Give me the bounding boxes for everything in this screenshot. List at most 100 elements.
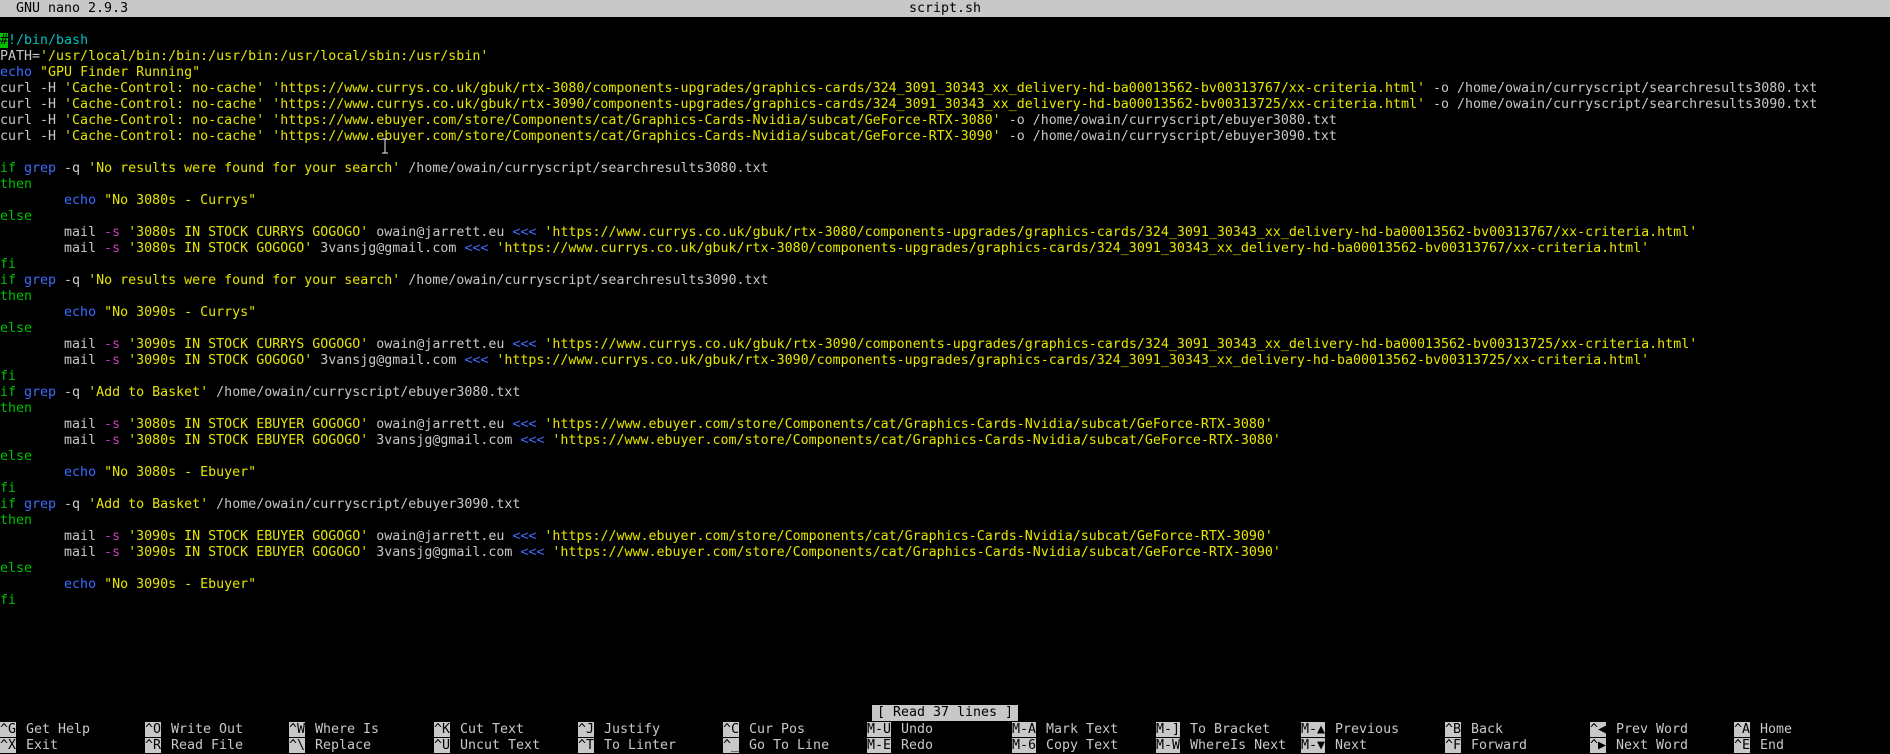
code-line[interactable]: echo "No 3090s - Currys" bbox=[0, 305, 1890, 321]
shortcut-key: ^K bbox=[434, 722, 451, 737]
grep-pattern: 'Add to Basket' bbox=[88, 385, 209, 400]
here-string: <<< bbox=[520, 433, 545, 448]
code-line[interactable]: mail -s '3080s IN STOCK EBUYER GOGOGO' o… bbox=[0, 417, 1890, 433]
shortcut-key: ^G bbox=[0, 722, 17, 737]
code-line[interactable]: echo "No 3090s - Ebuyer" bbox=[0, 577, 1890, 593]
code-line[interactable]: mail -s '3080s IN STOCK GOGOGO' 3vansjg@… bbox=[0, 241, 1890, 257]
shortcut-key: ^◀ bbox=[1590, 722, 1607, 737]
shortcut-key: ^\ bbox=[289, 738, 306, 753]
shortcut-get-help[interactable]: ^G Get Help bbox=[0, 722, 90, 738]
shortcut-go-to-line[interactable]: ^_ Go To Line bbox=[723, 738, 829, 754]
shortcut-read-file[interactable]: ^R Read File bbox=[145, 738, 243, 754]
code-line[interactable]: fi bbox=[0, 481, 1890, 497]
shortcut-write-out[interactable]: ^O Write Out bbox=[145, 722, 243, 738]
code-line[interactable]: if grep -q 'Add to Basket' /home/owain/c… bbox=[0, 497, 1890, 513]
code-line-blank[interactable] bbox=[0, 145, 1890, 161]
code-line[interactable]: then bbox=[0, 513, 1890, 529]
here-string: <<< bbox=[464, 241, 489, 256]
shortcut-end[interactable]: ^E End bbox=[1734, 738, 1784, 754]
code-line[interactable]: mail -s '3080s IN STOCK CURRYS GOGOGO' o… bbox=[0, 225, 1890, 241]
code-line[interactable]: else bbox=[0, 321, 1890, 337]
code-line[interactable]: curl -H 'Cache-Control: no-cache' 'https… bbox=[0, 113, 1890, 129]
code-line[interactable]: echo "GPU Finder Running" bbox=[0, 65, 1890, 81]
shortcut-redo[interactable]: M-E Redo bbox=[867, 738, 933, 754]
code-line[interactable]: PATH='/usr/local/bin:/bin:/usr/bin:/usr/… bbox=[0, 49, 1890, 65]
code-line[interactable]: if grep -q 'No results were found for yo… bbox=[0, 273, 1890, 289]
code-line[interactable]: curl -H 'Cache-Control: no-cache' 'https… bbox=[0, 129, 1890, 145]
code-line[interactable]: if grep -q 'No results were found for yo… bbox=[0, 161, 1890, 177]
code-line[interactable]: if grep -q 'Add to Basket' /home/owain/c… bbox=[0, 385, 1890, 401]
here-string: <<< bbox=[512, 417, 537, 432]
code-line[interactable]: curl -H 'Cache-Control: no-cache' 'https… bbox=[0, 81, 1890, 97]
mail-subject: '3080s IN STOCK GOGOGO' bbox=[128, 241, 313, 256]
code-line[interactable]: echo "No 3080s - Currys" bbox=[0, 193, 1890, 209]
shortcut-label: Undo bbox=[901, 722, 934, 737]
shortcut-copy-text[interactable]: M-6 Copy Text bbox=[1012, 738, 1118, 754]
mail-option: -s bbox=[104, 433, 129, 448]
shortcut-home[interactable]: ^A Home bbox=[1734, 722, 1792, 738]
code-line[interactable]: then bbox=[0, 401, 1890, 417]
shortcut-replace[interactable]: ^\ Replace bbox=[289, 738, 371, 754]
shortcut-mark-text[interactable]: M-A Mark Text bbox=[1012, 722, 1118, 738]
shortcut-to-bracket[interactable]: M-] To Bracket bbox=[1156, 722, 1270, 738]
shortcut-previous[interactable]: M-▲ Previous bbox=[1301, 722, 1399, 738]
shortcut-cut-text[interactable]: ^K Cut Text bbox=[434, 722, 524, 738]
title-bar: GNU nano 2.9.3 script.sh bbox=[0, 0, 1890, 17]
code-line[interactable]: mail -s '3080s IN STOCK EBUYER GOGOGO' 3… bbox=[0, 433, 1890, 449]
code-line[interactable]: then bbox=[0, 177, 1890, 193]
shortcut-key: ^J bbox=[578, 722, 595, 737]
shortcut-uncut-text[interactable]: ^U Uncut Text bbox=[434, 738, 540, 754]
code-line[interactable]: echo "No 3080s - Ebuyer" bbox=[0, 465, 1890, 481]
shortcut-to-linter[interactable]: ^T To Linter bbox=[578, 738, 676, 754]
code-line[interactable]: mail -s '3090s IN STOCK CURRYS GOGOGO' o… bbox=[0, 337, 1890, 353]
mail-address: owain@jarrett.eu bbox=[368, 529, 513, 544]
shortcut-forward[interactable]: ^F Forward bbox=[1445, 738, 1527, 754]
code-line[interactable]: else bbox=[0, 561, 1890, 577]
mail-cmd: mail bbox=[64, 417, 105, 432]
shortcut-key: M-U bbox=[867, 722, 892, 737]
code-line[interactable]: then bbox=[0, 289, 1890, 305]
shortcut-whereis-next[interactable]: M-W WhereIs Next bbox=[1156, 738, 1286, 754]
code-line[interactable]: curl -H 'Cache-Control: no-cache' 'https… bbox=[0, 97, 1890, 113]
shortcut-cur-pos[interactable]: ^C Cur Pos bbox=[723, 722, 805, 738]
code-line[interactable]: mail -s '3090s IN STOCK GOGOGO' 3vansjg@… bbox=[0, 353, 1890, 369]
shortcut-key: ^U bbox=[434, 738, 451, 753]
code-line[interactable]: #!/bin/bash bbox=[0, 33, 1890, 49]
shortcut-prev-word[interactable]: ^◀ Prev Word bbox=[1590, 722, 1688, 738]
code-line[interactable]: mail -s '3090s IN STOCK EBUYER GOGOGO' o… bbox=[0, 529, 1890, 545]
code-line[interactable]: else bbox=[0, 449, 1890, 465]
code-line[interactable]: fi bbox=[0, 593, 1890, 609]
code-line[interactable]: fi bbox=[0, 257, 1890, 273]
shortcut-next[interactable]: M-▼ Next bbox=[1301, 738, 1367, 754]
shortcut-next-word[interactable]: ^▶ Next Word bbox=[1590, 738, 1688, 754]
shortcut-justify[interactable]: ^J Justify bbox=[578, 722, 660, 738]
shortcut-key: ^T bbox=[578, 738, 595, 753]
shortcut-label: Redo bbox=[901, 738, 934, 753]
shortcut-exit[interactable]: ^X Exit bbox=[0, 738, 58, 754]
code-line[interactable]: else bbox=[0, 209, 1890, 225]
shortcut-key: ^B bbox=[1445, 722, 1462, 737]
shortcut-where-is[interactable]: ^W Where Is bbox=[289, 722, 379, 738]
shortcut-undo[interactable]: M-U Undo bbox=[867, 722, 933, 738]
code-line[interactable]: fi bbox=[0, 369, 1890, 385]
mail-option: -s bbox=[104, 241, 129, 256]
file-name: script.sh bbox=[908, 1, 982, 16]
code-line[interactable]: mail -s '3090s IN STOCK EBUYER GOGOGO' 3… bbox=[0, 545, 1890, 561]
shortcut-back[interactable]: ^B Back bbox=[1445, 722, 1503, 738]
shortcut-key: ^C bbox=[723, 722, 740, 737]
grep-option: -q bbox=[56, 497, 89, 512]
editor-area[interactable]: #!/bin/bash PATH='/usr/local/bin:/bin:/u… bbox=[0, 33, 1890, 609]
else-keyword: else bbox=[0, 449, 33, 464]
shortcut-label: Where Is bbox=[315, 722, 380, 737]
grep-option: -q bbox=[56, 385, 89, 400]
fi-keyword: fi bbox=[0, 257, 17, 272]
curl-output: -o /home/owain/curryscript/ebuyer3080.tx… bbox=[1000, 113, 1337, 128]
here-string: <<< bbox=[520, 545, 545, 560]
if-keyword: if bbox=[0, 497, 17, 512]
mail-address: owain@jarrett.eu bbox=[368, 225, 513, 240]
curl-output: -o /home/owain/curryscript/searchresults… bbox=[1424, 81, 1818, 96]
